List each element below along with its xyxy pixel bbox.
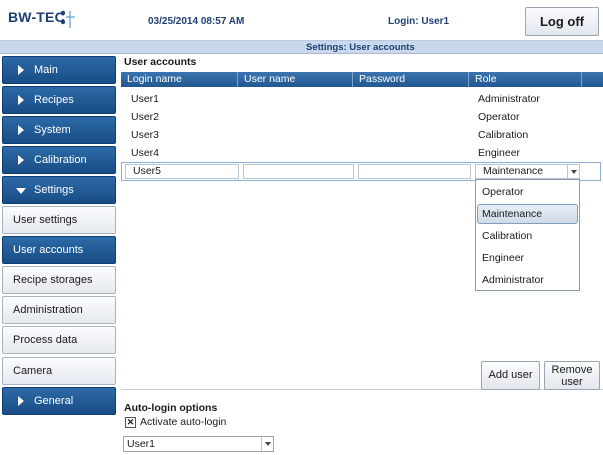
- cell-login: User4: [131, 147, 160, 159]
- remove-user-button[interactable]: Remove user: [544, 361, 600, 390]
- chevron-right-icon: [18, 95, 24, 105]
- role-option-calibration[interactable]: Calibration: [477, 226, 578, 246]
- app-header: BW-TEC 03/25/2014 08:57 AM Login: User1 …: [0, 0, 603, 41]
- chevron-right-icon: [18, 396, 24, 406]
- nav-process-data[interactable]: Process data: [2, 326, 116, 354]
- chevron-down-icon: [16, 188, 26, 194]
- auto-login-user-value: User1: [127, 438, 156, 450]
- add-user-button[interactable]: Add user: [481, 361, 540, 390]
- main-panel: User accounts Login name User name Passw…: [121, 54, 603, 455]
- column-header-login: Login name: [127, 73, 182, 85]
- nav-main[interactable]: Main: [2, 56, 116, 84]
- auto-login-user-select[interactable]: User1: [123, 436, 274, 452]
- nav-camera-label: Camera: [13, 365, 53, 377]
- nav-main-label: Main: [34, 64, 58, 76]
- cell-role: Administrator: [478, 93, 540, 105]
- role-option-operator[interactable]: Operator: [477, 182, 578, 202]
- nav-settings-label: Settings: [34, 184, 74, 196]
- page-title-bar: Settings: User accounts: [0, 41, 603, 54]
- column-header-user-name: User name: [237, 72, 352, 87]
- nav-process-data-label: Process data: [13, 334, 78, 346]
- chevron-right-icon: [18, 65, 24, 75]
- auto-login-checkbox-label: Activate auto-login: [140, 416, 227, 428]
- cell-login: User1: [131, 93, 160, 105]
- role-select-value: Maintenance: [483, 165, 544, 177]
- nav-general-label: General: [34, 395, 74, 407]
- chevron-right-icon: [18, 125, 24, 135]
- nav-system[interactable]: System: [2, 116, 116, 144]
- column-header-spacer: [581, 72, 603, 87]
- table-row[interactable]: User4 Engineer: [121, 144, 603, 162]
- bwtec-logo: BW-TEC: [8, 7, 76, 35]
- sidebar-nav: Main Recipes System Calibration Settings…: [0, 54, 120, 455]
- role-select[interactable]: Maintenance: [475, 164, 580, 179]
- nav-recipes-label: Recipes: [34, 94, 74, 106]
- column-header-password: Password: [352, 72, 468, 87]
- nav-user-accounts[interactable]: User accounts: [2, 236, 116, 264]
- cell-role: Engineer: [478, 147, 521, 159]
- new-password-input[interactable]: [358, 164, 471, 179]
- nav-camera[interactable]: Camera: [2, 357, 116, 385]
- nav-calibration[interactable]: Calibration: [2, 146, 116, 174]
- new-user-name-input[interactable]: [243, 164, 354, 179]
- logo-mark-icon: [60, 10, 75, 28]
- auto-login-heading: Auto-login options: [124, 402, 218, 414]
- role-option-maintenance[interactable]: Maintenance: [477, 204, 578, 224]
- user-accounts-heading: User accounts: [124, 56, 197, 68]
- auto-login-checkbox[interactable]: ✕: [125, 417, 136, 428]
- nav-system-label: System: [34, 124, 71, 136]
- table-row[interactable]: User2 Operator: [121, 108, 603, 126]
- nav-user-accounts-label: User accounts: [13, 244, 84, 256]
- role-option-administrator[interactable]: Administrator: [477, 270, 578, 290]
- table-row[interactable]: User1 Administrator: [121, 90, 603, 108]
- logoff-button[interactable]: Log off: [525, 7, 599, 36]
- nav-calibration-label: Calibration: [34, 154, 87, 166]
- table-header: Login name User name Password Role: [121, 72, 603, 87]
- header-login-user: Login: User1: [388, 16, 450, 27]
- nav-user-settings-label: User settings: [13, 214, 78, 226]
- nav-user-settings[interactable]: User settings: [2, 206, 116, 234]
- role-option-engineer[interactable]: Engineer: [477, 248, 578, 268]
- role-dropdown-list: Operator Maintenance Calibration Enginee…: [475, 179, 580, 291]
- page-title: Settings: User accounts: [306, 42, 415, 53]
- nav-recipes[interactable]: Recipes: [2, 86, 116, 114]
- table-row[interactable]: User3 Calibration: [121, 126, 603, 144]
- nav-administration[interactable]: Administration: [2, 296, 116, 324]
- nav-recipe-storages[interactable]: Recipe storages: [2, 266, 116, 294]
- logo-text: BW-TEC: [8, 9, 65, 25]
- nav-recipe-storages-label: Recipe storages: [13, 274, 93, 286]
- cell-login: User2: [131, 111, 160, 123]
- nav-administration-label: Administration: [13, 304, 83, 316]
- cell-role: Calibration: [478, 129, 529, 141]
- new-login-name-input[interactable]: User5: [125, 164, 239, 179]
- cell-login: User3: [131, 129, 160, 141]
- dropdown-arrow-icon[interactable]: [261, 437, 273, 451]
- column-header-role: Role: [468, 72, 581, 87]
- nav-settings[interactable]: Settings: [2, 176, 116, 204]
- cell-role: Operator: [478, 111, 520, 123]
- dropdown-arrow-icon[interactable]: [567, 165, 579, 178]
- chevron-right-icon: [18, 155, 24, 165]
- header-datetime: 03/25/2014 08:57 AM: [148, 16, 245, 27]
- nav-general[interactable]: General: [2, 387, 116, 415]
